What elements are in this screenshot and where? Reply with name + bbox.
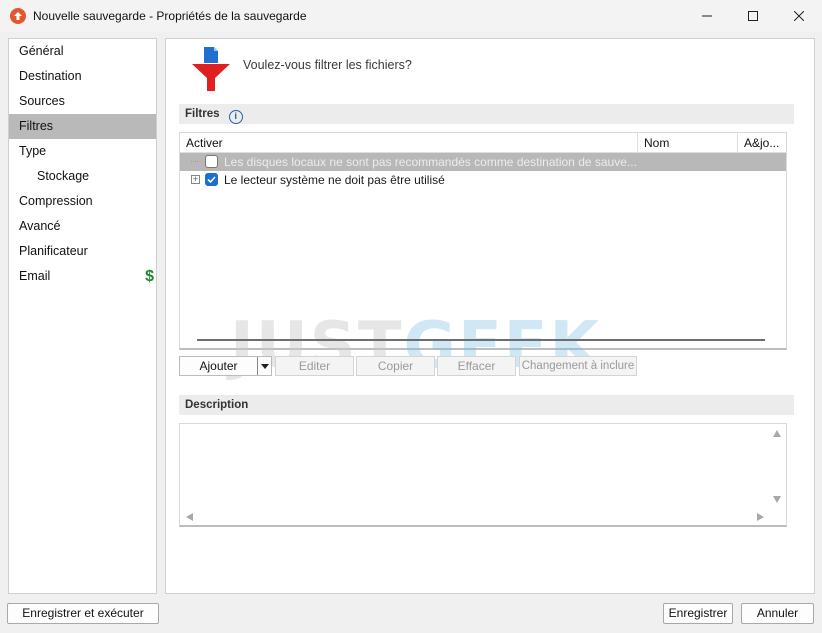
sidebar-item-planificateur[interactable]: Planificateur [9,239,156,264]
scroll-up-icon[interactable] [773,430,781,437]
maximize-button[interactable] [730,0,776,32]
sidebar-item-general[interactable]: Général [9,39,156,64]
window-title: Nouvelle sauvegarde - Propriétés de la s… [33,9,307,23]
description-section-header: Description [179,395,794,415]
minimize-icon [702,15,712,17]
chevron-down-icon[interactable] [257,357,271,375]
checkmark-icon [207,176,216,184]
filter-row-text: Les disques locaux ne sont pas recommand… [224,155,637,169]
sidebar-item-destination[interactable]: Destination [9,64,156,89]
filter-enable-checkbox[interactable] [205,155,218,168]
maximize-icon [748,11,758,21]
scroll-down-icon[interactable] [773,496,781,503]
dollar-icon: $ [145,268,154,285]
close-button[interactable] [776,0,822,32]
delete-button[interactable]: Effacer [437,356,516,376]
add-button-label: Ajouter [199,359,238,373]
title-bar: Nouvelle sauvegarde - Propriétés de la s… [0,0,822,32]
sidebar-item-email-label: Email [19,269,51,283]
info-icon[interactable]: i [228,110,243,124]
horizontal-scrollbar[interactable] [197,339,765,341]
sidebar-item-stockage[interactable]: Stockage [9,164,156,189]
filters-section-header: Filtres i [179,104,794,124]
edit-button[interactable]: Editer [275,356,354,376]
sidebar-nav: Général Destination Sources Filtres Type… [8,38,157,594]
tree-line-icon: ···· [190,156,199,166]
filter-row-text: Le lecteur système ne doit pas être util… [224,173,445,187]
toggle-include-button[interactable]: Changement à inclure [519,356,637,376]
file-filter-icon [190,45,232,93]
description-box[interactable] [179,423,787,527]
minimize-button[interactable] [684,0,730,32]
sidebar-item-type[interactable]: Type [9,139,156,164]
close-icon [794,11,804,21]
expand-plus-icon[interactable]: + [191,175,200,184]
sidebar-item-filtres[interactable]: Filtres [9,114,156,139]
sidebar-item-compression[interactable]: Compression [9,189,156,214]
scroll-right-icon[interactable] [757,513,764,521]
save-button[interactable]: Enregistrer [663,603,733,624]
sidebar-item-sources[interactable]: Sources [9,89,156,114]
column-header-ajout[interactable]: A&jo... [738,133,786,153]
column-header-nom[interactable]: Nom [638,133,738,153]
add-button[interactable]: Ajouter [179,356,272,376]
cloud-upload-icon [10,8,26,24]
filter-enable-checkbox[interactable] [205,173,218,186]
column-header-activer[interactable]: Activer [180,133,638,153]
save-and-run-button[interactable]: Enregistrer et exécuter [7,603,159,624]
sidebar-item-avance[interactable]: Avancé [9,214,156,239]
filter-row[interactable]: + Le lecteur système ne doit pas être ut… [180,171,786,189]
sidebar-item-email[interactable]: Email $ [9,264,156,289]
copy-button[interactable]: Copier [356,356,435,376]
filter-row[interactable]: ···· Les disques locaux ne sont pas reco… [180,153,786,171]
filters-panel: Voulez-vous filtrer les fichiers? Filtre… [165,38,815,594]
filters-section-title: Filtres [185,108,220,120]
cancel-button[interactable]: Annuler [741,603,814,624]
grid-header: Activer Nom A&jo... [180,133,786,153]
filter-question: Voulez-vous filtrer les fichiers? [243,58,412,72]
filters-grid: Activer Nom A&jo... ···· Les disques loc… [179,132,787,383]
scroll-left-icon[interactable] [186,513,193,521]
